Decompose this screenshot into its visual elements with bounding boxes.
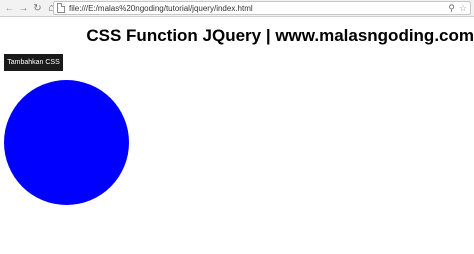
omnibox-actions: ⚲ ☆	[448, 2, 467, 14]
page-heading-text: CSS Function JQuery | www.malasngoding.c…	[86, 26, 474, 45]
browser-toolbar: ← → ↻ ⌂ file:///E:/malas%20ngoding/tutor…	[0, 0, 474, 17]
add-css-button[interactable]: Tambahkan CSS	[4, 54, 63, 71]
reload-icon[interactable]: ↻	[31, 1, 44, 15]
forward-arrow-icon[interactable]: →	[17, 1, 30, 15]
search-icon[interactable]: ⚲	[448, 2, 455, 14]
back-arrow-icon[interactable]: ←	[3, 1, 16, 15]
page-icon	[57, 3, 65, 13]
url-text[interactable]: file:///E:/malas%20ngoding/tutorial/jque…	[69, 4, 253, 13]
address-bar[interactable]: file:///E:/malas%20ngoding/tutorial/jque…	[53, 1, 471, 15]
blue-circle	[4, 80, 129, 205]
bookmark-star-icon[interactable]: ☆	[459, 2, 467, 14]
